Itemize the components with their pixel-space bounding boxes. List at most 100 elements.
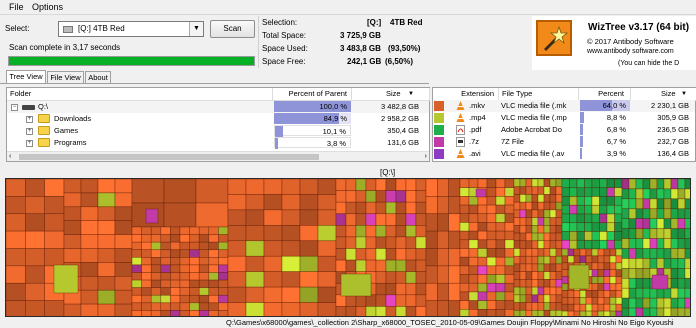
treemap-block[interactable] xyxy=(437,300,449,317)
treemap-block[interactable] xyxy=(189,279,200,288)
treemap-block[interactable] xyxy=(415,201,427,215)
treemap-block[interactable] xyxy=(543,255,551,265)
treemap-block[interactable] xyxy=(345,306,357,317)
treemap-block[interactable] xyxy=(621,218,630,229)
treemap-block[interactable] xyxy=(448,248,461,267)
treemap-block[interactable] xyxy=(555,240,563,249)
treemap-block[interactable] xyxy=(425,248,438,267)
treemap-block[interactable] xyxy=(179,294,190,304)
treemap-block[interactable] xyxy=(415,259,427,272)
treemap-block[interactable] xyxy=(513,179,521,188)
treemap-block[interactable] xyxy=(335,306,347,317)
treemap-block[interactable] xyxy=(468,282,479,293)
treemap-block[interactable] xyxy=(597,276,605,284)
treemap-block[interactable] xyxy=(635,179,644,190)
treemap-block[interactable] xyxy=(615,276,623,284)
treemap-block[interactable] xyxy=(468,256,479,267)
treemap-block[interactable] xyxy=(504,282,515,293)
treemap-block[interactable] xyxy=(97,192,116,208)
treemap-block[interactable] xyxy=(677,228,686,239)
treemap-block[interactable] xyxy=(569,187,578,197)
treemap-block[interactable] xyxy=(555,232,563,242)
treemap-block[interactable] xyxy=(603,283,611,291)
treemap-block[interactable] xyxy=(537,286,545,296)
treemap-block[interactable] xyxy=(317,302,337,317)
treemap-block[interactable] xyxy=(549,263,557,272)
treemap-block[interactable] xyxy=(263,271,283,288)
treemap-block[interactable] xyxy=(663,238,672,249)
treemap-block[interactable] xyxy=(6,282,26,301)
treemap-block[interactable] xyxy=(335,190,347,203)
treemap-block[interactable] xyxy=(131,226,142,235)
treemap-block[interactable] xyxy=(198,241,210,251)
treemap-block[interactable] xyxy=(80,303,99,317)
treemap-block[interactable] xyxy=(576,239,585,250)
treemap-block[interactable] xyxy=(375,179,387,191)
treemap-block[interactable] xyxy=(170,249,181,258)
treemap-block[interactable] xyxy=(569,213,578,224)
treemap-block[interactable] xyxy=(684,208,691,220)
treemap-block[interactable] xyxy=(486,230,497,241)
treemap-block[interactable] xyxy=(543,217,551,226)
treemap-block[interactable] xyxy=(375,259,387,272)
scroll-left-icon[interactable]: ‹ xyxy=(9,152,11,161)
treemap-block[interactable] xyxy=(80,206,99,221)
treemap-block[interactable] xyxy=(519,279,527,288)
treemap-block[interactable] xyxy=(355,179,367,191)
treemap-block[interactable] xyxy=(141,241,152,251)
treemap-block[interactable] xyxy=(677,188,686,200)
treemap-block[interactable] xyxy=(597,255,605,264)
treemap-block[interactable] xyxy=(25,213,45,232)
treemap-block[interactable] xyxy=(621,268,630,279)
treemap-block[interactable] xyxy=(561,283,569,291)
treemap-block[interactable] xyxy=(345,248,357,261)
treemap-block[interactable] xyxy=(335,236,347,249)
treemap-block[interactable] xyxy=(345,201,357,215)
treemap-block[interactable] xyxy=(561,262,569,271)
treemap-block[interactable] xyxy=(179,257,190,266)
treemap-block[interactable] xyxy=(543,302,551,311)
treemap-block[interactable] xyxy=(477,239,488,249)
treemap-block[interactable] xyxy=(170,279,181,288)
treemap-block[interactable] xyxy=(6,213,26,232)
treemap-block[interactable] xyxy=(555,294,563,303)
treemap-block[interactable] xyxy=(519,201,527,211)
treemap-block[interactable] xyxy=(365,179,377,191)
treemap-block[interactable] xyxy=(677,198,686,210)
treemap-block[interactable] xyxy=(585,290,593,298)
treemap-block[interactable] xyxy=(345,225,357,238)
treemap-block[interactable] xyxy=(299,240,319,257)
treemap-block[interactable] xyxy=(281,225,301,242)
treemap-block[interactable] xyxy=(63,220,82,235)
treemap-block[interactable] xyxy=(513,279,521,288)
treemap-block[interactable] xyxy=(227,225,247,242)
treemap-block[interactable] xyxy=(281,286,301,303)
treemap-block[interactable] xyxy=(591,231,600,241)
treemap-block[interactable] xyxy=(114,179,133,194)
treemap-block[interactable] xyxy=(208,302,219,311)
treemap-block[interactable] xyxy=(684,188,691,200)
treemap-block[interactable] xyxy=(531,294,539,303)
treemap-block[interactable] xyxy=(615,269,623,277)
treemap-block[interactable] xyxy=(375,294,387,307)
treemap-block[interactable] xyxy=(160,241,171,251)
treemap-block[interactable] xyxy=(141,257,152,266)
treemap-block[interactable] xyxy=(684,287,691,299)
treemap-block[interactable] xyxy=(189,294,200,304)
treemap-block[interactable] xyxy=(585,310,593,317)
treemap-block[interactable] xyxy=(448,265,461,284)
treemap-block[interactable] xyxy=(25,300,45,317)
treemap-block[interactable] xyxy=(537,240,545,249)
treemap-block[interactable] xyxy=(614,187,623,197)
treemap-block[interactable] xyxy=(519,248,527,257)
treemap-block[interactable] xyxy=(670,198,679,210)
treemap-block[interactable] xyxy=(475,188,487,198)
treemap-block[interactable] xyxy=(365,201,377,215)
treemap-block[interactable] xyxy=(395,225,407,238)
treemap-block[interactable] xyxy=(245,302,265,317)
treemap-block[interactable] xyxy=(405,213,417,226)
treemap-block[interactable] xyxy=(635,208,644,220)
treemap-block[interactable] xyxy=(609,248,617,257)
treemap-block[interactable] xyxy=(649,179,658,190)
treemap-block[interactable] xyxy=(603,248,611,257)
